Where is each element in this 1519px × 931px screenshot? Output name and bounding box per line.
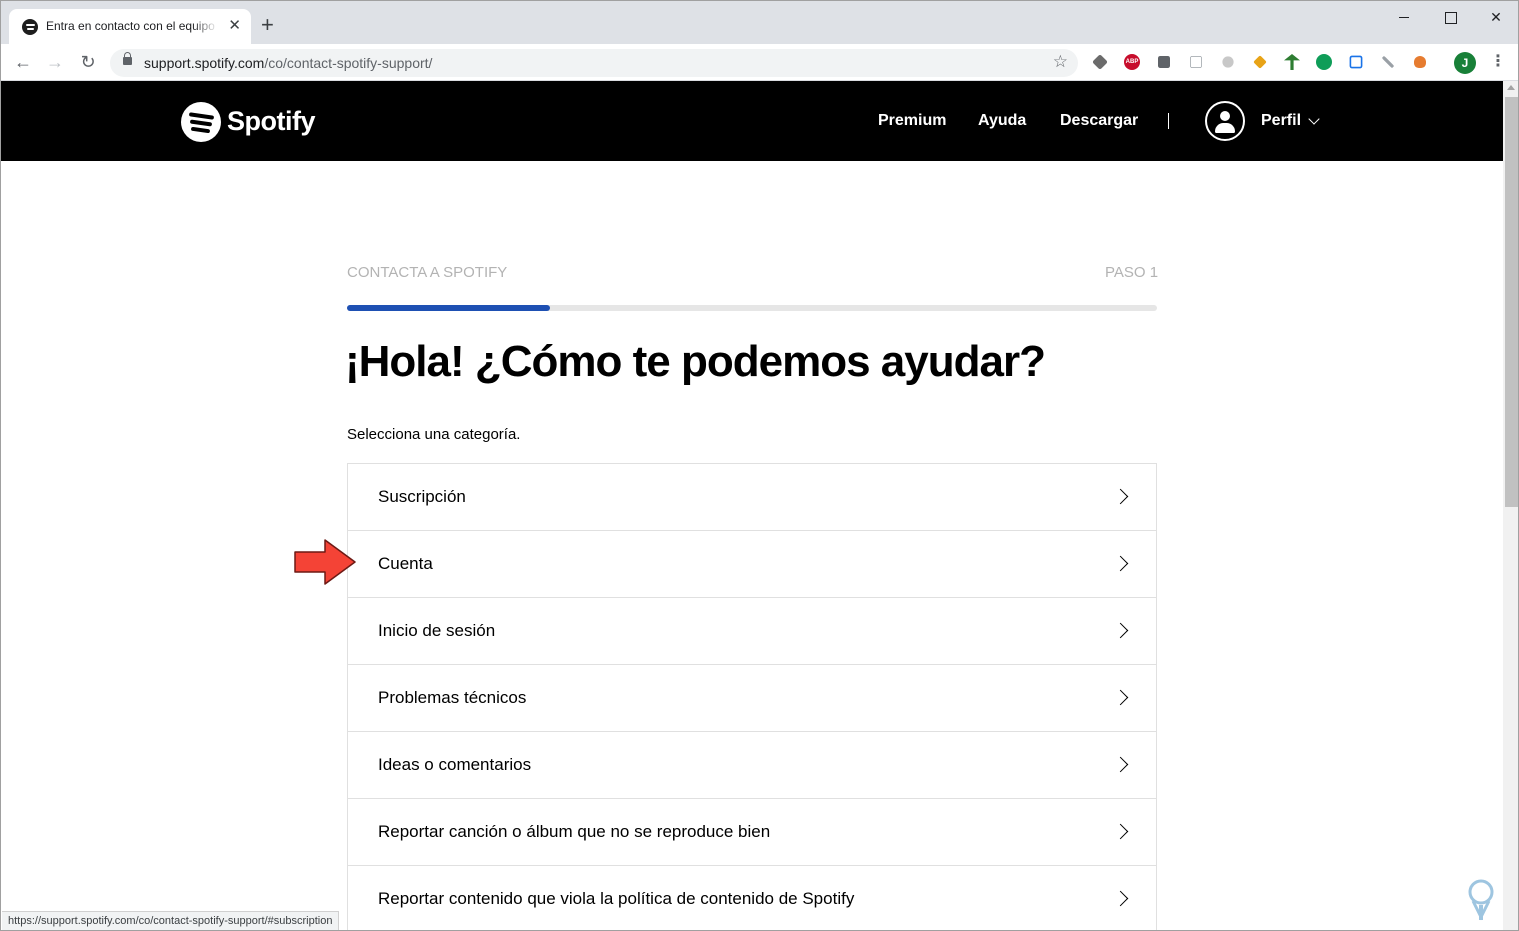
progress-bar bbox=[347, 305, 1157, 311]
category-label: Reportar canción o álbum que no se repro… bbox=[378, 822, 771, 841]
back-arrow-icon[interactable]: ← bbox=[11, 51, 35, 75]
url-host: support.spotify.com bbox=[144, 55, 265, 71]
url-text[interactable]: support.spotify.com/co/contact-spotify-s… bbox=[144, 55, 432, 71]
category-problemas-tecnicos[interactable]: Problemas técnicos bbox=[348, 665, 1156, 732]
profile-avatar[interactable]: J bbox=[1454, 52, 1476, 74]
chevron-right-icon bbox=[1112, 622, 1129, 639]
address-bar[interactable]: support.spotify.com/co/contact-spotify-s… bbox=[110, 49, 1078, 77]
spotify-logo-text: Spotify bbox=[227, 106, 316, 136]
chevron-right-icon bbox=[1112, 555, 1129, 572]
progress-bar-fill bbox=[347, 305, 550, 311]
extension-pen-icon[interactable] bbox=[1092, 54, 1108, 70]
category-cuenta[interactable]: Cuenta bbox=[348, 531, 1156, 598]
page-viewport: Spotify Premium Ayuda Descargar Perfil C… bbox=[1, 81, 1503, 930]
category-label: Cuenta bbox=[378, 554, 433, 573]
forward-arrow-icon[interactable]: → bbox=[43, 51, 67, 75]
extension-window-icon[interactable] bbox=[1349, 55, 1363, 69]
chevron-right-icon bbox=[1112, 756, 1129, 773]
page-scrollbar[interactable] bbox=[1503, 81, 1518, 930]
bookmark-star-icon[interactable]: ☆ bbox=[1053, 52, 1068, 72]
adblock-plus-icon[interactable]: ABP bbox=[1124, 54, 1140, 70]
scroll-up-icon[interactable] bbox=[1507, 85, 1515, 90]
maximize-window-button[interactable] bbox=[1427, 5, 1473, 29]
step-label: CONTACTA A SPOTIFY bbox=[347, 264, 508, 281]
chevron-right-icon bbox=[1112, 689, 1129, 706]
browser-window: Entra en contacto con el equipo d ✕ + ✕ … bbox=[0, 0, 1519, 931]
scrollbar-thumb[interactable] bbox=[1505, 97, 1518, 507]
lock-icon bbox=[123, 52, 132, 65]
extension-copy-icon[interactable] bbox=[1158, 56, 1170, 68]
extension-fox-icon[interactable] bbox=[1414, 56, 1426, 68]
category-reportar-cancion[interactable]: Reportar canción o álbum que no se repro… bbox=[348, 799, 1156, 866]
nav-perfil[interactable]: Perfil bbox=[1261, 112, 1301, 130]
spotify-header: Spotify Premium Ayuda Descargar Perfil bbox=[1, 81, 1503, 161]
close-tab-icon[interactable]: ✕ bbox=[228, 16, 241, 36]
chevron-down-icon[interactable] bbox=[1308, 113, 1320, 125]
nav-premium[interactable]: Premium bbox=[878, 112, 946, 130]
nav-divider bbox=[1168, 113, 1169, 129]
annotation-arrow-icon bbox=[294, 539, 356, 585]
minimize-window-button[interactable] bbox=[1381, 5, 1427, 29]
browser-tab[interactable]: Entra en contacto con el equipo d ✕ bbox=[9, 9, 251, 44]
nav-ayuda[interactable]: Ayuda bbox=[978, 112, 1026, 130]
extension-key-icon[interactable] bbox=[1253, 55, 1267, 69]
category-label: Reportar contenido que viola la política… bbox=[378, 889, 855, 908]
extension-k-icon[interactable] bbox=[1316, 54, 1332, 70]
extension-bulb-icon[interactable] bbox=[1222, 56, 1234, 68]
step-number: PASO 1 bbox=[1105, 264, 1159, 281]
nav-descargar[interactable]: Descargar bbox=[1060, 112, 1138, 130]
browser-menu-icon[interactable]: ⋮ bbox=[1490, 52, 1506, 72]
user-profile-icon[interactable] bbox=[1205, 101, 1245, 141]
chevron-right-icon bbox=[1112, 890, 1129, 907]
category-reportar-contenido[interactable]: Reportar contenido que viola la política… bbox=[348, 866, 1156, 930]
tab-strip: Entra en contacto con el equipo d ✕ + ✕ bbox=[1, 1, 1518, 44]
spotify-logo-icon bbox=[181, 102, 221, 142]
url-path: /co/contact-spotify-support/ bbox=[264, 55, 433, 71]
chevron-right-icon bbox=[1112, 823, 1129, 840]
category-label: Problemas técnicos bbox=[378, 688, 527, 707]
tab-title: Entra en contacto con el equipo d bbox=[46, 19, 218, 33]
category-ideas-o-comentarios[interactable]: Ideas o comentarios bbox=[348, 732, 1156, 799]
category-prompt: Selecciona una categoría. bbox=[347, 426, 521, 443]
category-inicio-de-sesion[interactable]: Inicio de sesión bbox=[348, 598, 1156, 665]
spotify-favicon-icon bbox=[22, 19, 38, 35]
extension-page-icon[interactable] bbox=[1190, 56, 1202, 68]
category-list: Suscripción Cuenta Inicio de sesión Prob… bbox=[347, 463, 1157, 930]
category-label: Ideas o comentarios bbox=[378, 755, 532, 774]
extension-plant-icon[interactable] bbox=[1284, 54, 1300, 70]
status-bar-url: https://support.spotify.com/co/contact-s… bbox=[2, 911, 340, 930]
browser-toolbar: ← → ↻ support.spotify.com/co/contact-spo… bbox=[1, 44, 1518, 81]
page-title: ¡Hola! ¿Cómo te podemos ayudar? bbox=[345, 337, 1046, 386]
chevron-right-icon bbox=[1112, 488, 1129, 505]
close-window-button[interactable]: ✕ bbox=[1473, 5, 1518, 29]
watermark-logo-icon bbox=[1468, 879, 1494, 921]
extension-brush-icon[interactable] bbox=[1381, 55, 1395, 69]
reload-icon[interactable]: ↻ bbox=[76, 51, 100, 75]
category-label: Suscripción bbox=[378, 487, 466, 506]
new-tab-icon[interactable]: + bbox=[261, 14, 274, 36]
category-suscripcion[interactable]: Suscripción bbox=[348, 464, 1156, 531]
category-label: Inicio de sesión bbox=[378, 621, 496, 640]
